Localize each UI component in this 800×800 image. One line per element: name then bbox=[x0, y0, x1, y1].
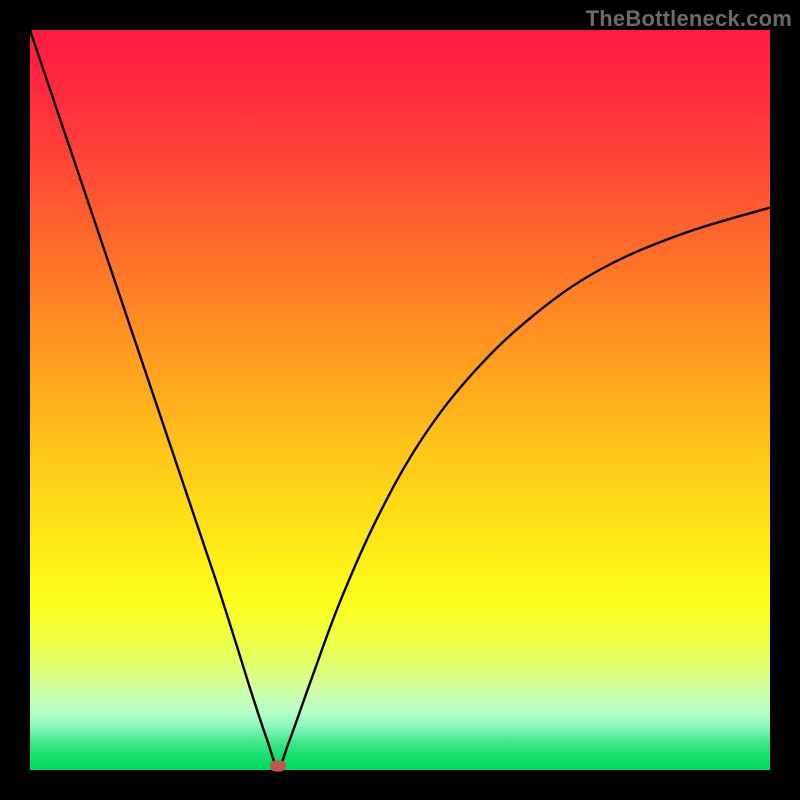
bottleneck-curve-path bbox=[30, 30, 770, 766]
watermark-text: TheBottleneck.com bbox=[586, 6, 792, 32]
chart-frame: TheBottleneck.com bbox=[0, 0, 800, 800]
curve-svg bbox=[30, 30, 770, 770]
optimal-marker bbox=[270, 761, 286, 772]
plot-area bbox=[30, 30, 770, 770]
